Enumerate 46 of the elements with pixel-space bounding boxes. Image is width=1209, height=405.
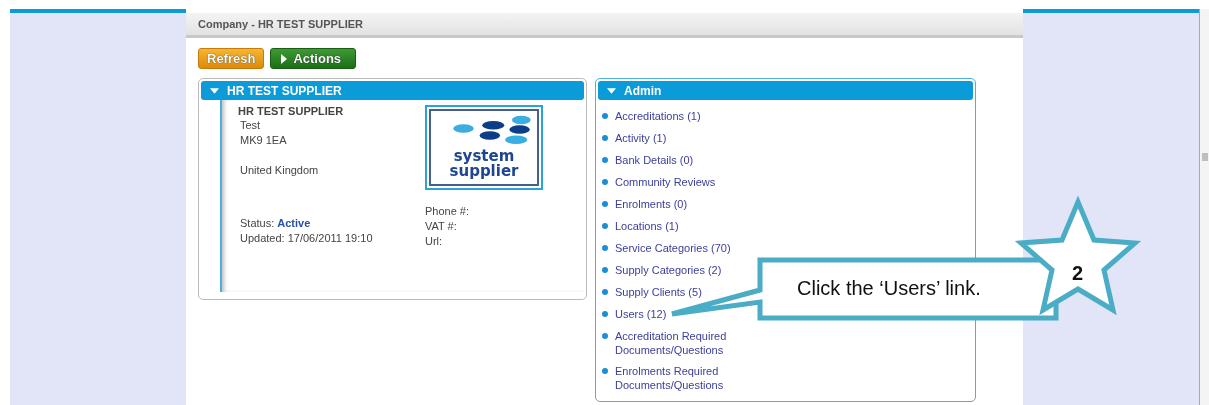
grip-icon: [1201, 153, 1208, 161]
admin-link[interactable]: Supply Categories (2): [615, 263, 722, 277]
step-number: 2: [1072, 262, 1084, 285]
bullet-icon: [602, 201, 608, 207]
play-icon: [281, 53, 288, 64]
updated-text: Updated: 17/06/2011 19:10: [240, 231, 374, 246]
admin-link[interactable]: Activity (1): [615, 131, 667, 145]
panel-title: Admin: [624, 83, 662, 98]
bullet-icon: [602, 267, 608, 273]
bullet-icon: [602, 113, 608, 119]
bullet-icon: [602, 368, 608, 374]
admin-link[interactable]: Accreditation Required Documents/Questions: [615, 329, 741, 357]
admin-link[interactable]: Accreditations (1): [615, 109, 701, 123]
bullet-icon: [602, 179, 608, 185]
admin-link[interactable]: Supply Clients (5): [615, 285, 702, 299]
contact-label: Url:: [425, 234, 444, 249]
admin-link[interactable]: Service Categories (70): [615, 241, 731, 255]
caret-icon: [607, 87, 616, 94]
scrollbar[interactable]: [1199, 9, 1209, 405]
callout-text: Click the ‘Users’ link.: [797, 277, 981, 300]
panel-title: HR TEST SUPPLIER: [227, 83, 342, 98]
page-title: Company - HR TEST SUPPLIER: [198, 18, 364, 30]
country-text: United Kingdom: [240, 163, 320, 178]
admin-link[interactable]: Community Reviews: [615, 175, 716, 189]
bullet-icon: [602, 135, 608, 141]
admin-link[interactable]: Enrolments Required Documents/Questions: [615, 364, 741, 392]
logo-text: supplier: [449, 164, 519, 179]
admin-link[interactable]: Bank Details (0): [615, 153, 694, 167]
status-text: Status: Active: [240, 216, 312, 231]
contact-label: VAT #:: [425, 219, 458, 234]
bullet-icon: [602, 333, 608, 339]
contact-label: Phone #:: [425, 204, 471, 219]
bullet-icon: [602, 223, 608, 229]
caret-icon: [210, 87, 219, 94]
toolbar-button[interactable]: Actions: [270, 48, 357, 69]
bullet-icon: [602, 289, 608, 295]
bullet-icon: [602, 157, 608, 163]
logo-text: system: [453, 149, 515, 164]
company-name: HR TEST SUPPLIER: [238, 105, 345, 117]
bullet-icon: [602, 245, 608, 251]
bullet-icon: [602, 311, 608, 317]
address-line: Test: [240, 118, 262, 133]
address-line: MK9 1EA: [240, 133, 288, 148]
admin-link[interactable]: Enrolments (0): [615, 197, 688, 211]
admin-link[interactable]: Locations (1): [615, 219, 679, 233]
admin-link[interactable]: Users (12): [615, 307, 667, 321]
